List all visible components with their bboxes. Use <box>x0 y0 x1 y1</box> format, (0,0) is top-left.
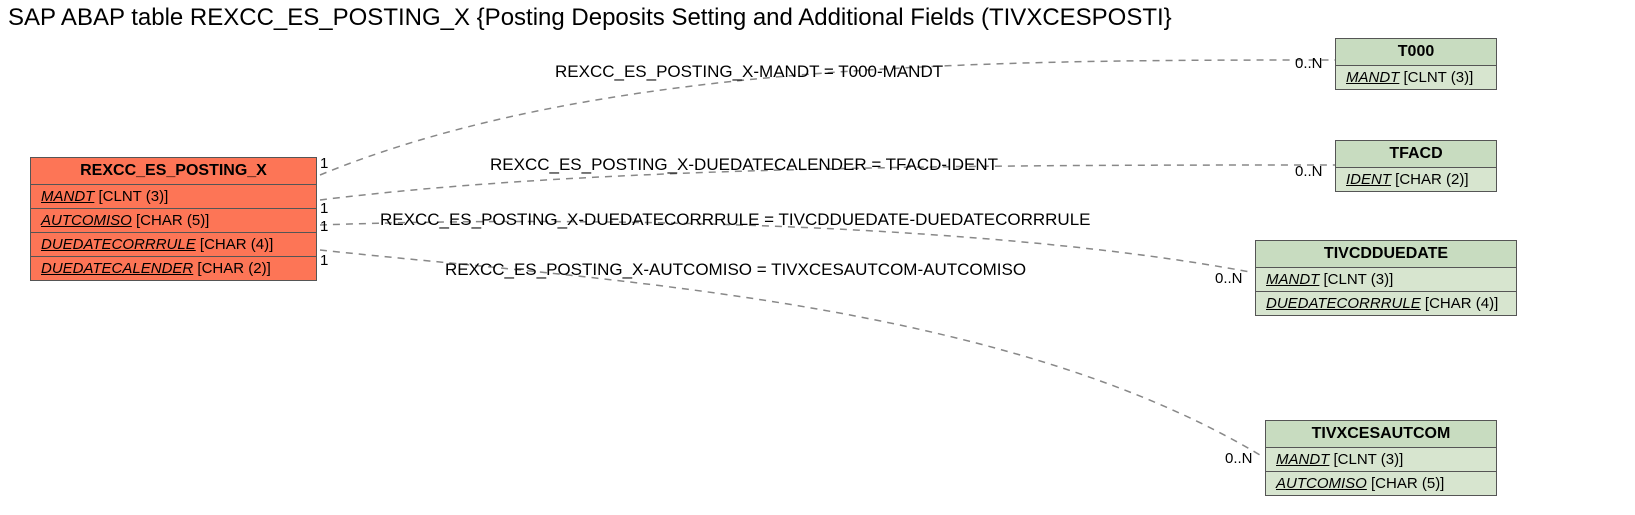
entity-t000: T000 MANDT [CLNT (3)] <box>1335 38 1497 90</box>
entity-main-field: MANDT [CLNT (3)] <box>31 185 316 209</box>
cardinality-right: 0..N <box>1295 55 1323 72</box>
entity-field: AUTCOMISO [CHAR (5)] <box>1266 472 1496 495</box>
cardinality-left: 1 <box>320 218 328 235</box>
diagram-title: SAP ABAP table REXCC_ES_POSTING_X {Posti… <box>8 4 1172 32</box>
entity-field: MANDT [CLNT (3)] <box>1336 66 1496 89</box>
entity-field: MANDT [CLNT (3)] <box>1266 448 1496 472</box>
cardinality-left: 1 <box>320 155 328 172</box>
relation-label: REXCC_ES_POSTING_X-DUEDATECORRRULE = TIV… <box>380 210 1091 230</box>
entity-main: REXCC_ES_POSTING_X MANDT [CLNT (3)] AUTC… <box>30 157 317 281</box>
entity-field: IDENT [CHAR (2)] <box>1336 168 1496 191</box>
entity-tivcdduedate: TIVCDDUEDATE MANDT [CLNT (3)] DUEDATECOR… <box>1255 240 1517 316</box>
cardinality-right: 0..N <box>1295 163 1323 180</box>
entity-header: TIVCDDUEDATE <box>1256 241 1516 268</box>
entity-main-field: AUTCOMISO [CHAR (5)] <box>31 209 316 233</box>
relation-label: REXCC_ES_POSTING_X-MANDT = T000-MANDT <box>555 62 943 82</box>
cardinality-left: 1 <box>320 200 328 217</box>
entity-main-field: DUEDATECORRRULE [CHAR (4)] <box>31 233 316 257</box>
entity-main-field: DUEDATECALENDER [CHAR (2)] <box>31 257 316 280</box>
entity-main-header: REXCC_ES_POSTING_X <box>31 158 316 185</box>
entity-tivxcesautcom: TIVXCESAUTCOM MANDT [CLNT (3)] AUTCOMISO… <box>1265 420 1497 496</box>
relation-label: REXCC_ES_POSTING_X-DUEDATECALENDER = TFA… <box>490 155 998 175</box>
cardinality-right: 0..N <box>1215 270 1243 287</box>
entity-header: T000 <box>1336 39 1496 66</box>
relation-label: REXCC_ES_POSTING_X-AUTCOMISO = TIVXCESAU… <box>445 260 1026 280</box>
diagram-stage: { "title": "SAP ABAP table REXCC_ES_POST… <box>0 0 1635 515</box>
cardinality-right: 0..N <box>1225 450 1253 467</box>
entity-header: TFACD <box>1336 141 1496 168</box>
cardinality-left: 1 <box>320 252 328 269</box>
entity-field: MANDT [CLNT (3)] <box>1256 268 1516 292</box>
entity-field: DUEDATECORRRULE [CHAR (4)] <box>1256 292 1516 315</box>
entity-header: TIVXCESAUTCOM <box>1266 421 1496 448</box>
entity-tfacd: TFACD IDENT [CHAR (2)] <box>1335 140 1497 192</box>
